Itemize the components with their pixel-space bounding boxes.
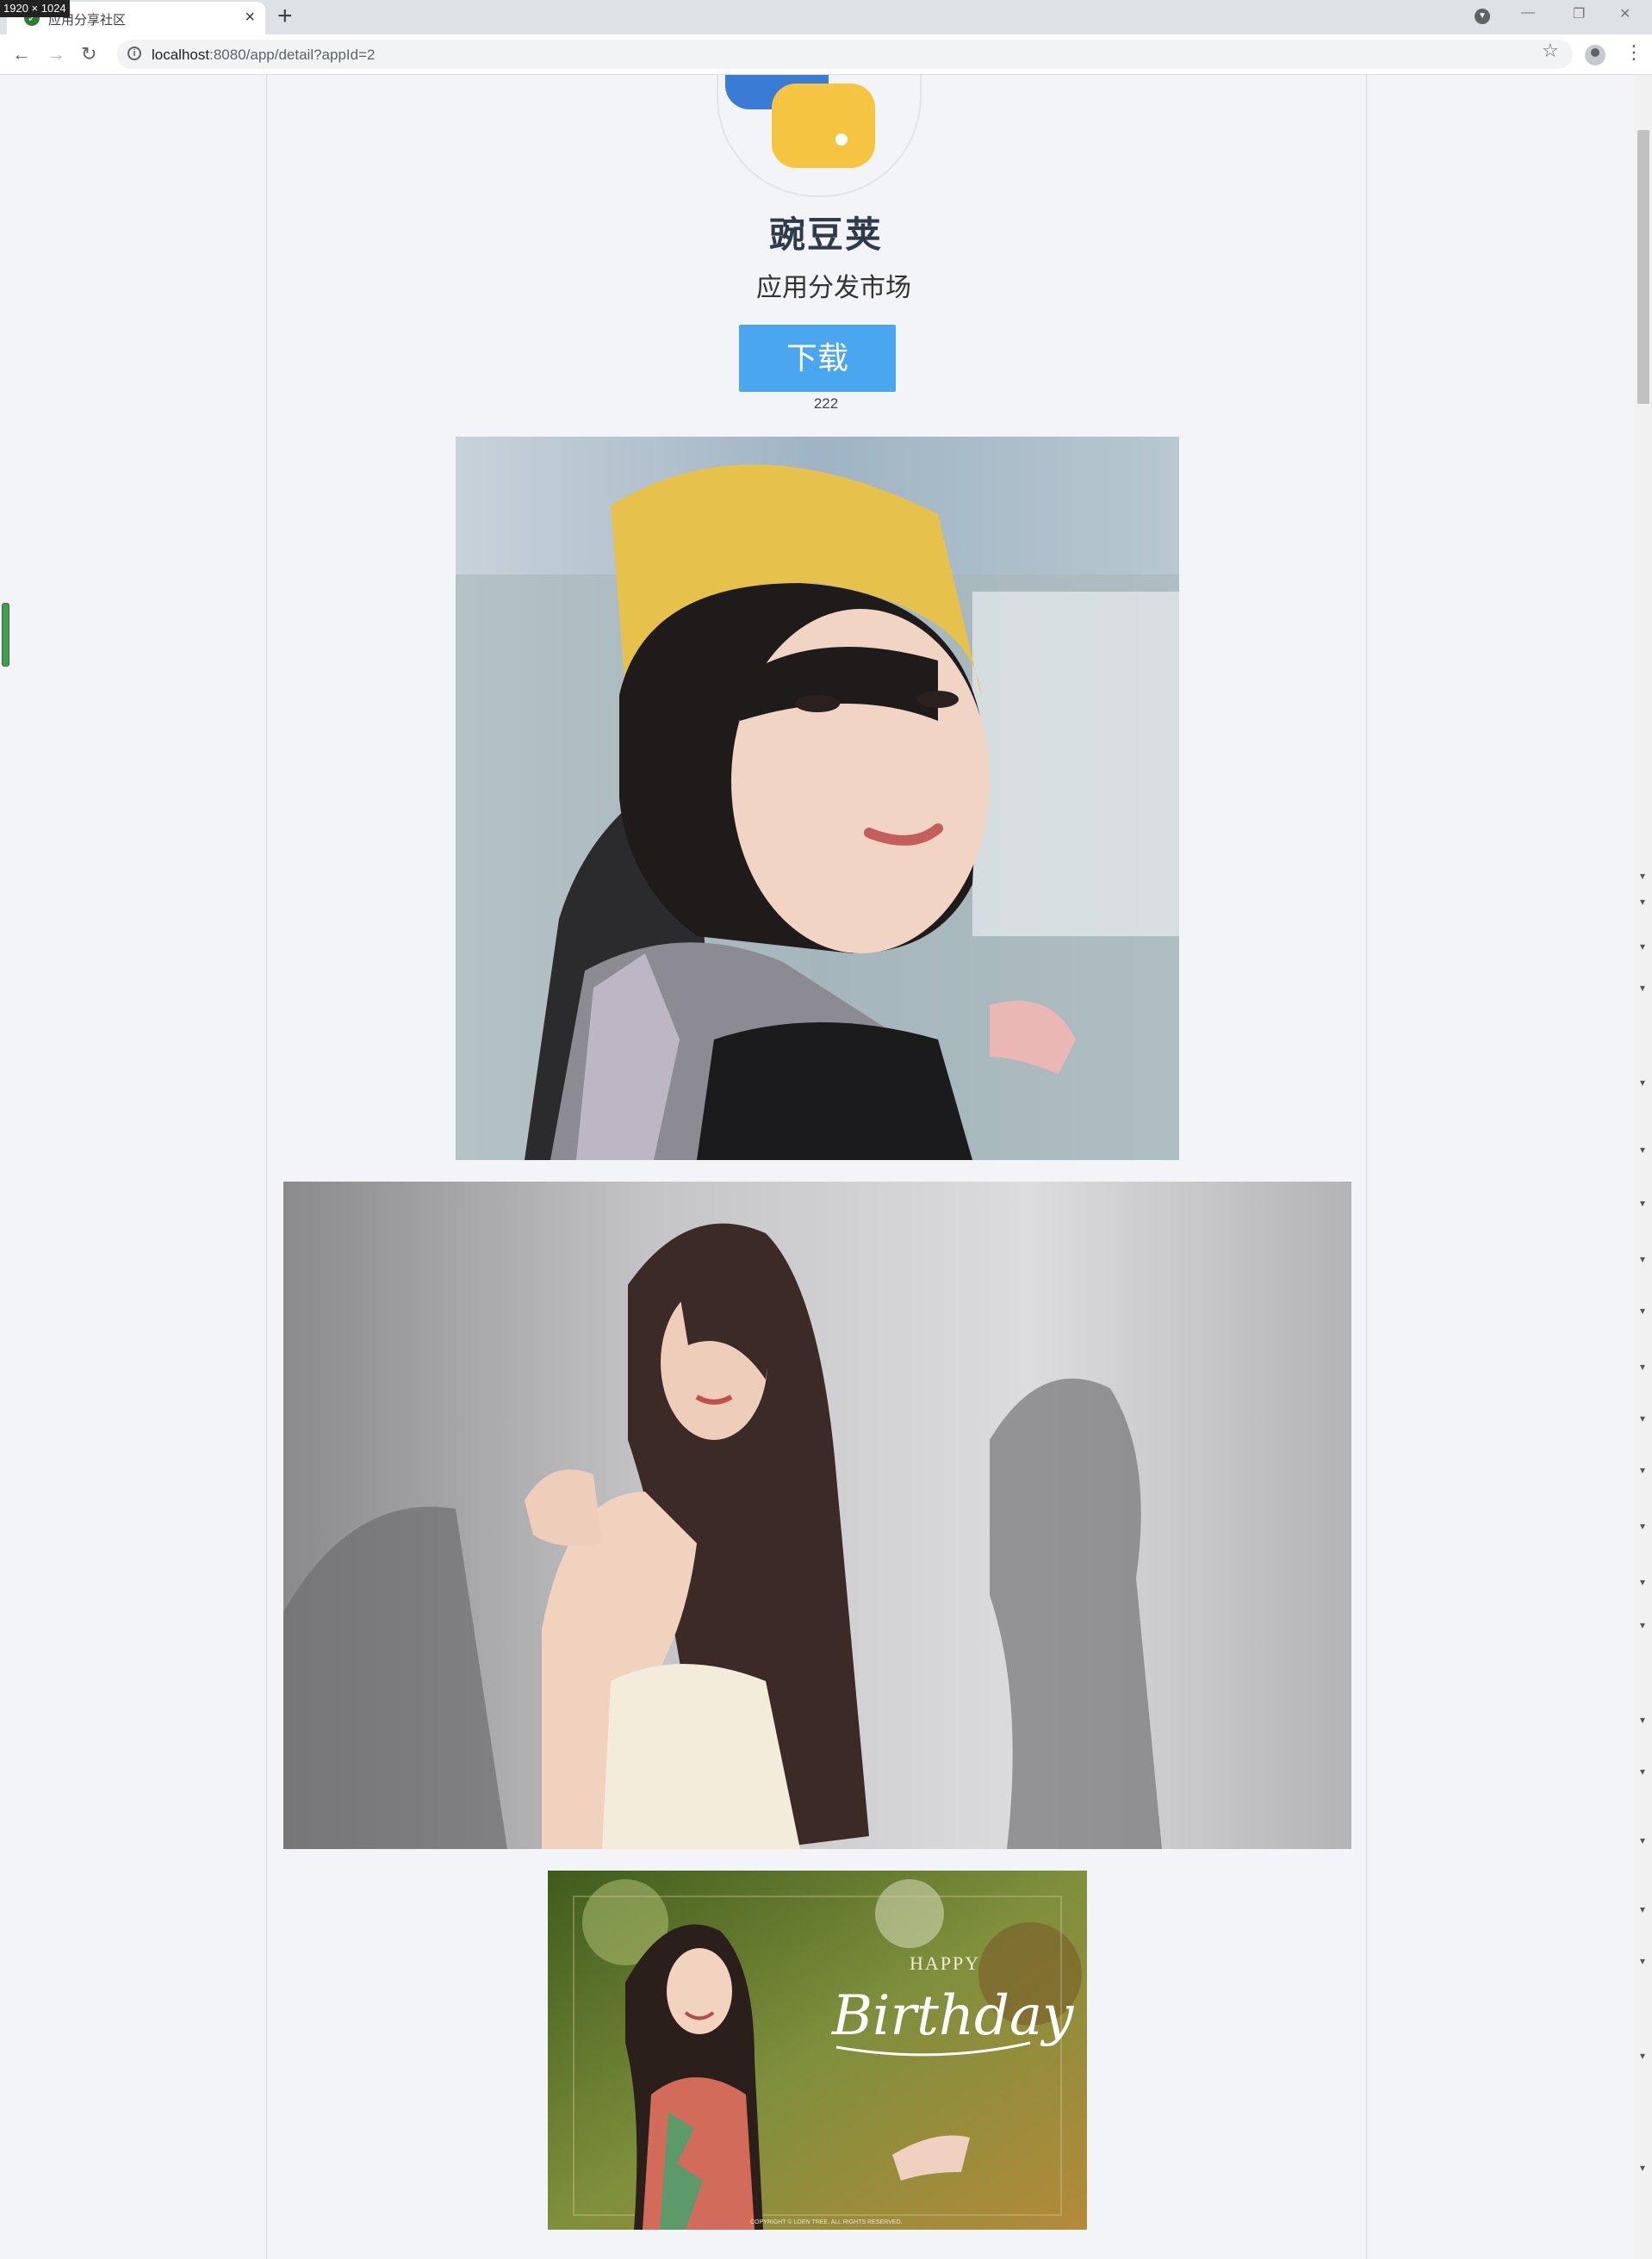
browser-toolbar: ← → ↻ i localhost:8080/app/detail?appId=… xyxy=(0,34,1652,75)
download-button[interactable]: 下载 xyxy=(739,325,896,392)
scroll-marker-icon: ▾ xyxy=(1640,2050,1646,2062)
photo-girl-yellow-beanie xyxy=(456,437,1179,1160)
birthday-small-text: HAPPY xyxy=(910,1952,980,1974)
forward-arrow-icon[interactable]: → xyxy=(47,43,65,65)
url-text[interactable]: localhost:8080/app/detail?appId=2 xyxy=(152,47,375,64)
scroll-marker-icon: ▾ xyxy=(1640,1903,1646,1915)
reload-icon[interactable]: ↻ xyxy=(81,43,96,65)
scroll-marker-icon: ▾ xyxy=(1640,896,1646,908)
back-arrow-icon[interactable]: ← xyxy=(12,43,31,65)
scroll-marker-icon: ▾ xyxy=(1640,1077,1646,1089)
scroll-marker-icon: ▾ xyxy=(1640,2162,1646,2174)
scroll-marker-icon: ▾ xyxy=(1640,1144,1646,1156)
photo-birthday-card: HAPPY Birthday COPYRIGHT © LOEN TREE. AL… xyxy=(548,1871,1087,2230)
download-count: 222 xyxy=(813,395,839,412)
app-description: 应用分发市场 xyxy=(756,274,911,302)
scroll-marker-icon: ▾ xyxy=(1640,1766,1646,1778)
scroll-marker-icon: ▾ xyxy=(1640,1464,1646,1476)
page-viewport: 豌豆荚 应用分发市场 下载 222 HAPPY Birthday COPYRIG… xyxy=(0,75,1652,2259)
bookmark-star-icon[interactable]: ☆ xyxy=(1542,40,1559,62)
close-window-icon[interactable]: ✕ xyxy=(1619,5,1630,22)
restore-icon[interactable]: ❐ xyxy=(1573,5,1585,22)
app-name: 豌豆荚 xyxy=(768,214,883,255)
scroll-marker-icon: ▾ xyxy=(1640,1834,1646,1846)
scroll-marker-icon: ▾ xyxy=(1640,1955,1646,1967)
photo-1-graphic xyxy=(456,437,1179,1160)
scroll-marker-icon: ▾ xyxy=(1640,1361,1646,1373)
scrollbar-thumb[interactable] xyxy=(1637,130,1649,404)
logo-yellow-shape xyxy=(772,84,875,168)
address-bar[interactable]: i localhost:8080/app/detail?appId=2 xyxy=(117,40,1573,69)
scroll-marker-icon: ▾ xyxy=(1640,1714,1646,1726)
minimize-icon[interactable]: — xyxy=(1521,5,1535,21)
url-path: :8080/app/detail?appId=2 xyxy=(209,47,376,63)
scroll-marker-icon: ▾ xyxy=(1640,870,1646,882)
scroll-marker-icon: ▾ xyxy=(1640,982,1646,994)
close-tab-icon[interactable]: × xyxy=(245,8,255,28)
scroll-marker-icon: ▾ xyxy=(1640,1576,1646,1588)
account-icon[interactable] xyxy=(1585,45,1605,65)
profile-download-icon[interactable]: ▼ xyxy=(1475,9,1490,24)
scroll-marker-icon: ▾ xyxy=(1640,1520,1646,1532)
side-extension-handle[interactable] xyxy=(2,603,9,667)
photo-copyright-text: COPYRIGHT © LOEN TREE. ALL RIGHTS RESERV… xyxy=(750,2219,903,2225)
more-menu-icon[interactable]: ⋮ xyxy=(1624,41,1643,64)
resolution-badge: 1920 × 1024 xyxy=(0,0,70,17)
scroll-marker-icon: ▾ xyxy=(1640,940,1646,953)
scroll-marker-icon: ▾ xyxy=(1640,1197,1646,1209)
photo-2-graphic xyxy=(283,1182,1351,1849)
scroll-marker-icon: ▾ xyxy=(1640,1412,1646,1424)
scroll-marker-icon: ▾ xyxy=(1640,1619,1646,1631)
scroll-marker-icon: ▾ xyxy=(1640,1305,1646,1317)
scroll-marker-icon: ▾ xyxy=(1640,1253,1646,1265)
photo-girl-long-hair xyxy=(283,1182,1351,1849)
birthday-big-text: Birthday xyxy=(831,1984,1074,2048)
new-tab-icon[interactable]: + xyxy=(277,2,293,31)
browser-tab-strip: 1920 × 1024 ✓ 应用分享社区 × + ▼ — ❐ ✕ xyxy=(0,0,1652,34)
url-host: localhost xyxy=(152,47,210,63)
photo-3-graphic: HAPPY Birthday COPYRIGHT © LOEN TREE. AL… xyxy=(548,1871,1087,2230)
page-scrollbar[interactable] xyxy=(1635,75,1652,2259)
info-icon[interactable]: i xyxy=(127,47,141,60)
logo-eye-dot xyxy=(835,133,848,146)
